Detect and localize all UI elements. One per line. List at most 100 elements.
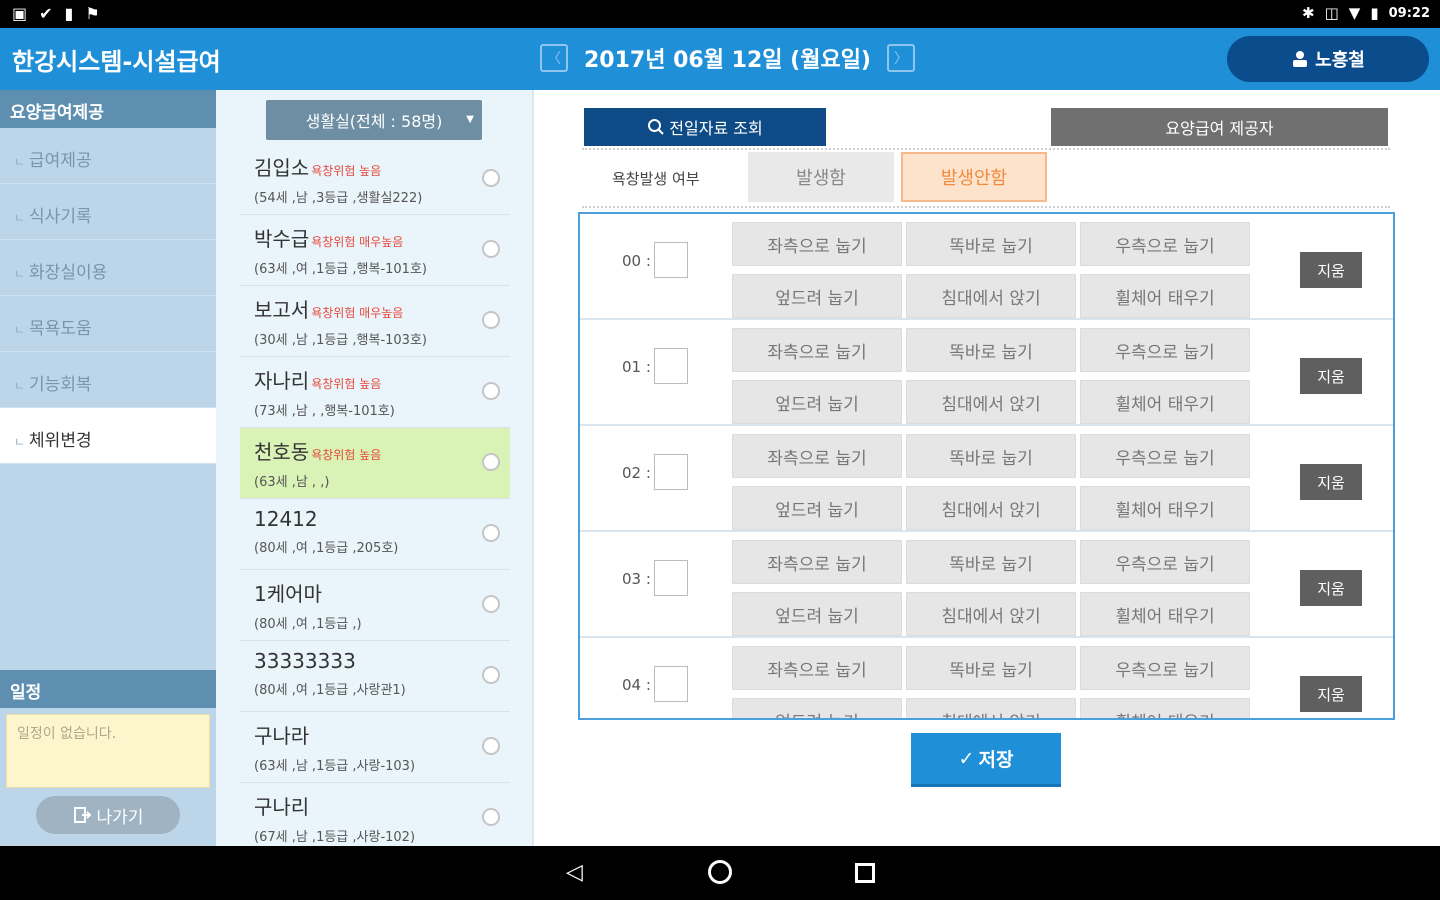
hour-checkbox[interactable] (654, 348, 688, 384)
resident-item[interactable]: 12412 (80세 ,여 ,1등급 ,205호) (240, 499, 510, 570)
resident-item[interactable]: 김입소 욕창위험 높음 (54세 ,남 ,3등급 ,생활실222) (240, 144, 510, 215)
position-option-button[interactable]: 침대에서 앉기 (906, 380, 1076, 424)
occurrence-no-button[interactable]: 발생안함 (901, 152, 1047, 202)
risk-tag: 욕창위험 높음 (311, 377, 382, 391)
position-option-button[interactable]: 우측으로 눕기 (1080, 540, 1250, 584)
hour-checkbox[interactable] (654, 242, 688, 278)
resident-radio[interactable] (482, 595, 500, 613)
resident-item[interactable]: 구나라 (63세 ,남 ,1등급 ,사랑-103) (240, 712, 510, 783)
prev-day-data-button[interactable]: 전일자료 조회 (584, 108, 826, 146)
resident-list-panel: 생활실(전체 : 58명) ▼ 김입소 욕창위험 높음 (54세 ,남 ,3등급 ,… (216, 90, 534, 854)
resident-item[interactable]: 구나리 (67세 ,남 ,1등급 ,사랑-102) (240, 783, 510, 854)
delete-button[interactable]: 지움 (1300, 252, 1362, 288)
sidebar-item-meal[interactable]: ㄴ 식사기록 (0, 184, 216, 240)
resident-name: 구나리 (254, 795, 310, 819)
battery-icon: ▮ (1370, 4, 1379, 22)
resident-radio[interactable] (482, 666, 500, 684)
resident-name: 구나라 (254, 724, 310, 748)
resident-item[interactable]: 천호동 욕창위험 높음 (63세 ,남 , ,) (240, 428, 510, 499)
divider (582, 206, 1390, 208)
position-option-button[interactable]: 좌측으로 눕기 (732, 540, 902, 584)
resident-info: (80세 ,여 ,1등급 ,사랑관1) (254, 683, 406, 698)
delete-button[interactable]: 지움 (1300, 464, 1362, 500)
position-option-button[interactable]: 휠체어 태우기 (1080, 592, 1250, 636)
sidebar-item-benefit[interactable]: ㄴ 급여제공 (0, 128, 216, 184)
position-option-button[interactable]: 침대에서 앉기 (906, 486, 1076, 530)
resident-radio[interactable] (482, 169, 500, 187)
hour-row: 04 : 좌측으로 눕기똑바로 눕기우측으로 눕기엎드려 눕기침대에서 앉기휠체어… (580, 638, 1393, 718)
exit-button[interactable]: 나가기 (36, 796, 180, 834)
resident-item[interactable]: 자나리 욕창위험 높음 (73세 ,남 , ,행복-101호) (240, 357, 510, 428)
position-option-button[interactable]: 침대에서 앉기 (906, 698, 1076, 718)
resident-info: (30세 ,남 ,1등급 ,행복-103호) (254, 333, 427, 348)
position-option-button[interactable]: 엎드려 눕기 (732, 698, 902, 718)
resident-item[interactable]: 박수급 욕창위험 매우높음 (63세 ,여 ,1등급 ,행복-101호) (240, 215, 510, 286)
position-option-button[interactable]: 휠체어 태우기 (1080, 486, 1250, 530)
position-option-button[interactable]: 좌측으로 눕기 (732, 646, 902, 690)
resident-item[interactable]: 보고서 욕창위험 매우높음 (30세 ,남 ,1등급 ,행복-103호) (240, 286, 510, 357)
resident-radio[interactable] (482, 382, 500, 400)
resident-radio[interactable] (482, 453, 500, 471)
position-option-button[interactable]: 엎드려 눕기 (732, 486, 902, 530)
resident-radio[interactable] (482, 524, 500, 542)
resident-item[interactable]: 33333333 (80세 ,여 ,1등급 ,사랑관1) (240, 641, 510, 712)
position-option-button[interactable]: 휠체어 태우기 (1080, 698, 1250, 718)
position-option-button[interactable]: 우측으로 눕기 (1080, 646, 1250, 690)
hour-label: 03 : (622, 570, 651, 588)
position-option-button[interactable]: 엎드려 눕기 (732, 380, 902, 424)
resident-radio[interactable] (482, 808, 500, 826)
position-option-button[interactable]: 침대에서 앉기 (906, 592, 1076, 636)
hour-checkbox[interactable] (654, 454, 688, 490)
position-option-button[interactable]: 똑바로 눕기 (906, 540, 1076, 584)
position-option-button[interactable]: 우측으로 눕기 (1080, 222, 1250, 266)
prev-date-button[interactable]: 〈 (540, 44, 568, 72)
recent-apps-icon[interactable] (855, 863, 875, 883)
room-select[interactable]: 생활실(전체 : 58명) ▼ (266, 100, 482, 140)
search-icon (648, 119, 665, 135)
position-option-button[interactable]: 엎드려 눕기 (732, 274, 902, 318)
corner-arrow-icon: ㄴ (14, 379, 26, 393)
hour-checkbox[interactable] (654, 666, 688, 702)
position-option-button[interactable]: 우측으로 눕기 (1080, 434, 1250, 478)
position-option-button[interactable]: 엎드려 눕기 (732, 592, 902, 636)
hour-row: 03 : 좌측으로 눕기 똑바로 눕기 우측으로 눕기엎드려 눕기 침대에서 앉기 휠체어… (580, 532, 1393, 638)
resident-item[interactable]: 1케어마 (80세 ,여 ,1등급 ,) (240, 570, 510, 641)
resident-radio[interactable] (482, 737, 500, 755)
sidebar-item-toilet[interactable]: ㄴ 화장실이용 (0, 240, 216, 296)
user-name: 노흥철 (1315, 50, 1365, 71)
provider-button[interactable]: 요양급여 제공자 (1051, 108, 1388, 146)
position-option-button[interactable]: 좌측으로 눕기 (732, 328, 902, 372)
sidebar-item-position-change[interactable]: ㄴ 체위변경 (0, 408, 216, 464)
position-option-button[interactable]: 좌측으로 눕기 (732, 434, 902, 478)
user-button[interactable]: 노흥철 (1227, 36, 1429, 82)
save-button[interactable]: ✓ 저장 (911, 733, 1061, 787)
position-option-button[interactable]: 똑바로 눕기 (906, 328, 1076, 372)
hour-checkbox[interactable] (654, 560, 688, 596)
delete-button[interactable]: 지움 (1300, 570, 1362, 606)
position-option-button[interactable]: 좌측으로 눕기 (732, 222, 902, 266)
resident-name: 자나리 (254, 369, 310, 393)
back-icon[interactable]: ◁ (566, 860, 583, 885)
schedule-box: 일정이 없습니다. (6, 714, 210, 788)
check-icon: ✓ (958, 747, 975, 770)
delete-button[interactable]: 지움 (1300, 358, 1362, 394)
sidebar-item-bath[interactable]: ㄴ 목욕도움 (0, 296, 216, 352)
position-option-button[interactable]: 휠체어 태우기 (1080, 380, 1250, 424)
delete-button[interactable]: 지움 (1300, 676, 1362, 712)
occurrence-yes-button[interactable]: 발생함 (748, 152, 894, 202)
position-option-button[interactable]: 휠체어 태우기 (1080, 274, 1250, 318)
sidebar-item-rehab[interactable]: ㄴ 기능회복 (0, 352, 216, 408)
position-option-button[interactable]: 똑바로 눕기 (906, 434, 1076, 478)
home-icon[interactable] (708, 860, 732, 884)
navigation-bar: ◁ (0, 846, 1440, 900)
next-date-button[interactable]: 〉 (887, 44, 915, 72)
check-icon: ✔ (39, 4, 53, 23)
position-option-button[interactable]: 우측으로 눕기 (1080, 328, 1250, 372)
resident-info: (67세 ,남 ,1등급 ,사랑-102) (254, 830, 416, 845)
resident-name: 1케어마 (254, 582, 322, 606)
position-option-button[interactable]: 똑바로 눕기 (906, 222, 1076, 266)
position-option-button[interactable]: 침대에서 앉기 (906, 274, 1076, 318)
position-option-button[interactable]: 똑바로 눕기 (906, 646, 1076, 690)
resident-radio[interactable] (482, 240, 500, 258)
resident-radio[interactable] (482, 311, 500, 329)
